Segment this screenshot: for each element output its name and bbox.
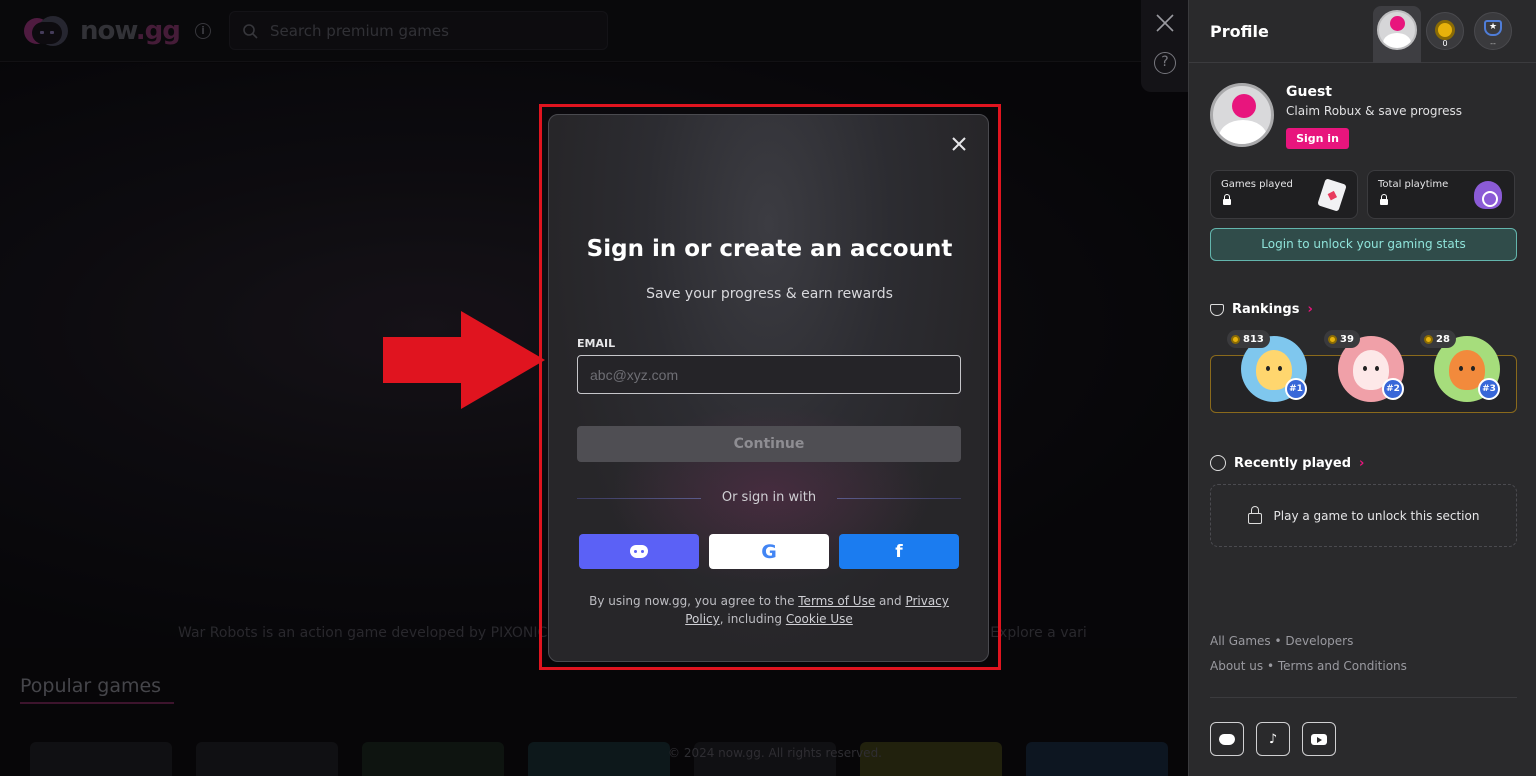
lock-icon [1380, 194, 1388, 205]
guest-avatar [1210, 83, 1274, 147]
playing-card-icon [1317, 178, 1347, 212]
chevron-right-icon: › [1359, 455, 1365, 471]
total-playtime-card: Total playtime [1367, 170, 1515, 219]
page: now.gg i Search premium games War Robots… [0, 0, 1536, 776]
google-sign-in-button[interactable]: G [709, 534, 829, 569]
coin-badge: 39 [1324, 330, 1360, 348]
recently-played-empty: Play a game to unlock this section [1210, 484, 1517, 547]
recently-played-heading[interactable]: Recently played › [1210, 455, 1364, 471]
ranking-player[interactable]: 28 #3 [1420, 330, 1502, 402]
discord-sign-in-button[interactable] [579, 534, 699, 569]
modal-subtitle: Save your progress & earn rewards [646, 286, 893, 302]
rank-number: #2 [1382, 378, 1404, 400]
youtube-icon [1311, 733, 1327, 745]
facebook-sign-in-button[interactable]: f [839, 534, 959, 569]
or-divider: Or sign in with [577, 490, 961, 508]
social-links: ♪ [1210, 722, 1336, 756]
lock-icon [1223, 194, 1231, 205]
ranking-player[interactable]: 813 #1 [1227, 330, 1309, 402]
modal-title: Sign in or create an account [586, 236, 953, 262]
padlock-icon [1247, 506, 1262, 524]
continue-button[interactable]: Continue [577, 426, 961, 462]
terms-text: By using now.gg, you agree to the Terms … [589, 594, 949, 626]
tiktok-link[interactable]: ♪ [1256, 722, 1290, 756]
coin-icon [1424, 334, 1433, 344]
guest-name: Guest [1286, 84, 1332, 100]
sign-in-modal: Sign in or create an account Save your p… [548, 114, 989, 662]
trophy-button[interactable]: ★ -- [1474, 12, 1512, 50]
guest-subtitle: Claim Robux & save progress [1286, 104, 1463, 118]
divider [1210, 697, 1517, 698]
coins-button[interactable]: 0 [1426, 12, 1464, 50]
trophy-icon [1210, 303, 1224, 316]
rankings-heading[interactable]: Rankings › [1210, 302, 1313, 317]
avatar-icon[interactable] [1377, 10, 1417, 50]
discord-icon [1219, 733, 1235, 745]
panel-sign-in-button[interactable]: Sign in [1286, 128, 1349, 149]
profile-panel: Profile 0 ★ -- Guest Claim Robux & save … [1188, 0, 1536, 776]
trophy-label: -- [1490, 39, 1496, 48]
footer-links[interactable]: About us • Terms and Conditions [1210, 659, 1407, 673]
facebook-icon: f [895, 541, 903, 562]
coin-count: 0 [1442, 39, 1448, 48]
coin-badge: 813 [1227, 330, 1270, 348]
time-pouch-icon [1474, 181, 1502, 209]
close-panel-icon[interactable] [1155, 13, 1175, 33]
stat-label: Games played [1221, 179, 1293, 190]
coin-badge: 28 [1420, 330, 1456, 348]
games-played-card: Games played [1210, 170, 1358, 219]
cookie-use-link[interactable]: Cookie Use [786, 612, 853, 626]
chevron-right-icon: › [1307, 302, 1313, 317]
close-icon[interactable] [950, 135, 968, 153]
annotation-arrow-icon [383, 311, 545, 409]
ranking-player[interactable]: 39 #2 [1324, 330, 1406, 402]
profile-header: Profile 0 ★ -- [1189, 0, 1536, 63]
history-icon [1210, 455, 1226, 471]
discord-link[interactable] [1210, 722, 1244, 756]
discord-icon [630, 545, 648, 558]
email-field[interactable] [577, 355, 961, 394]
profile-title: Profile [1210, 22, 1269, 41]
coin-icon [1435, 20, 1455, 40]
help-icon[interactable]: ? [1154, 52, 1176, 74]
rank-number: #3 [1478, 378, 1500, 400]
rank-number: #1 [1285, 378, 1307, 400]
trophy-icon: ★ [1484, 20, 1502, 36]
unlock-stats-button[interactable]: Login to unlock your gaming stats [1210, 228, 1517, 261]
coin-icon [1231, 334, 1240, 344]
footer-links[interactable]: All Games • Developers [1210, 634, 1353, 648]
youtube-link[interactable] [1302, 722, 1336, 756]
coin-icon [1328, 334, 1337, 344]
tiktok-icon: ♪ [1268, 731, 1278, 747]
stat-label: Total playtime [1378, 179, 1449, 190]
google-icon: G [761, 540, 777, 563]
email-label: EMAIL [577, 337, 616, 350]
terms-of-use-link[interactable]: Terms of Use [798, 594, 875, 608]
